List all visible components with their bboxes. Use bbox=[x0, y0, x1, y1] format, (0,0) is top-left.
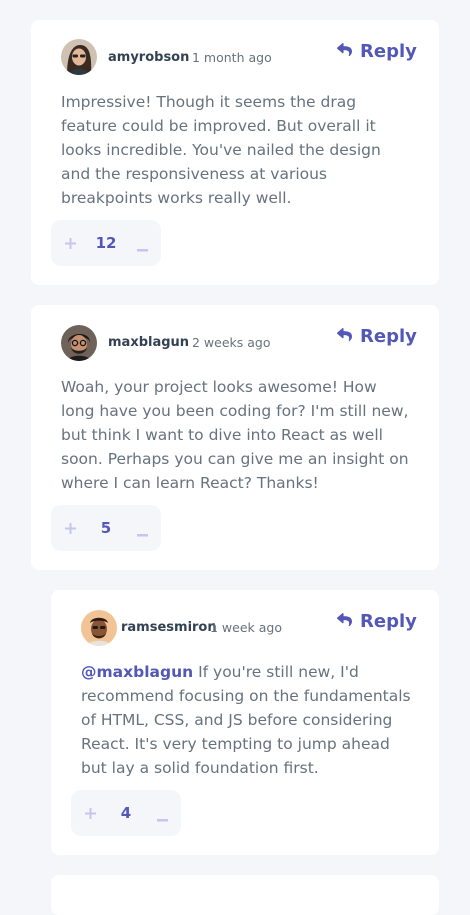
reply-button[interactable]: Reply bbox=[337, 611, 417, 632]
minus-icon bbox=[136, 533, 148, 536]
avatar bbox=[81, 610, 117, 646]
reply-arrow-icon bbox=[337, 41, 352, 62]
reply-button[interactable]: Reply bbox=[337, 41, 417, 62]
reply-card: ramsesmiron 1 week ago Reply @maxblagun … bbox=[51, 590, 439, 855]
comment-text: Woah, your project looks awesome! How lo… bbox=[61, 378, 409, 492]
reply-label: Reply bbox=[360, 41, 417, 62]
plus-icon bbox=[64, 237, 76, 249]
avatar bbox=[61, 39, 97, 75]
reply-arrow-icon bbox=[337, 326, 352, 347]
comment-text: @maxblagun If you're still new, I'd reco… bbox=[81, 660, 411, 780]
vote-score: 4 bbox=[120, 804, 132, 822]
vote-counter: 4 bbox=[71, 790, 181, 836]
mention-link[interactable]: @maxblagun bbox=[81, 663, 193, 681]
upvote-button[interactable] bbox=[53, 220, 87, 266]
vote-score: 12 bbox=[95, 234, 117, 252]
comment-date: 1 month ago bbox=[192, 50, 272, 65]
reply-card bbox=[51, 875, 439, 915]
comment-date: 1 week ago bbox=[210, 620, 282, 635]
downvote-button[interactable] bbox=[145, 790, 179, 836]
downvote-button[interactable] bbox=[125, 220, 159, 266]
comment-card: amyrobson 1 month ago Reply Impressive! … bbox=[31, 20, 439, 285]
plus-icon bbox=[84, 807, 96, 819]
reply-label: Reply bbox=[360, 326, 417, 347]
plus-icon bbox=[64, 522, 76, 534]
upvote-button[interactable] bbox=[73, 790, 107, 836]
minus-icon bbox=[136, 248, 148, 251]
username[interactable]: maxblagun bbox=[108, 335, 189, 350]
vote-counter: 12 bbox=[51, 220, 161, 266]
comment-date: 2 weeks ago bbox=[192, 335, 271, 350]
minus-icon bbox=[156, 818, 168, 821]
reply-label: Reply bbox=[360, 611, 417, 632]
comment-text: Impressive! Though it seems the drag fea… bbox=[61, 93, 381, 207]
reply-arrow-icon bbox=[337, 611, 352, 632]
upvote-button[interactable] bbox=[53, 505, 87, 551]
vote-counter: 5 bbox=[51, 505, 161, 551]
vote-score: 5 bbox=[100, 519, 112, 537]
avatar bbox=[61, 325, 97, 361]
downvote-button[interactable] bbox=[125, 505, 159, 551]
comment-card: maxblagun 2 weeks ago Reply Woah, your p… bbox=[31, 305, 439, 570]
reply-button[interactable]: Reply bbox=[337, 326, 417, 347]
username[interactable]: amyrobson bbox=[108, 50, 189, 65]
username[interactable]: ramsesmiron bbox=[121, 620, 217, 635]
